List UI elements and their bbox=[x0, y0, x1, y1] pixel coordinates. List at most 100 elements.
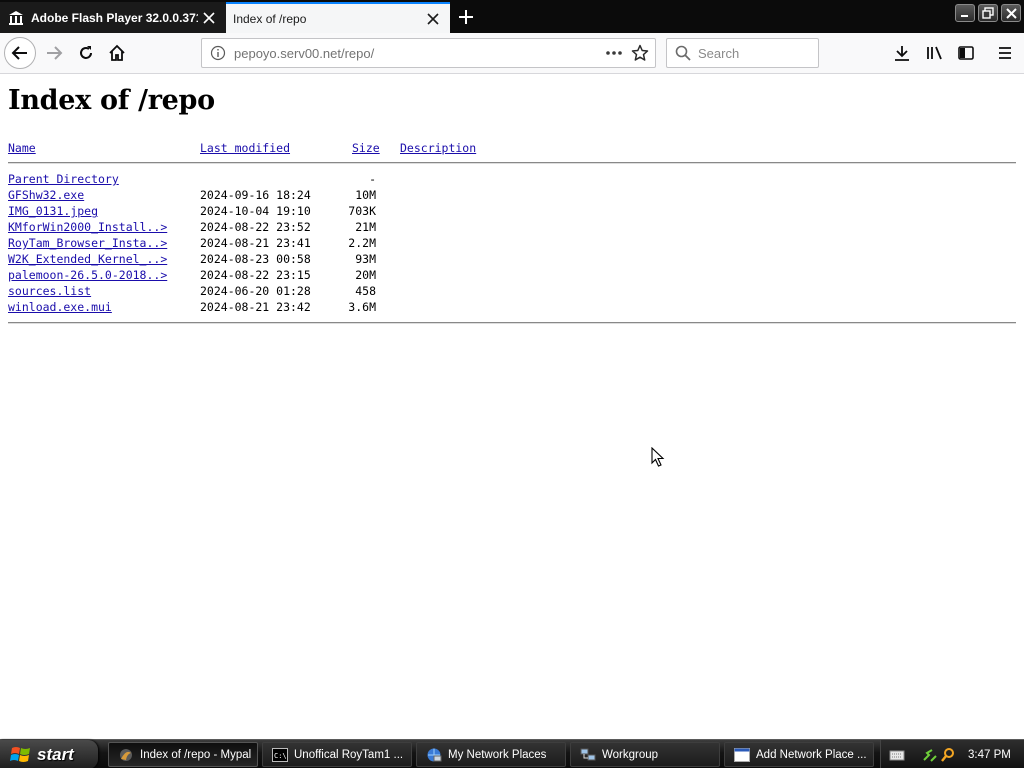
list-item: W2K_Extended_Kernel_..> 2024-08-23 00:58… bbox=[0, 252, 1024, 268]
task-label: My Network Places bbox=[448, 748, 547, 761]
start-button[interactable]: start bbox=[0, 740, 98, 768]
close-icon[interactable] bbox=[422, 8, 444, 30]
system-tray: 3:47 PM bbox=[880, 740, 1024, 768]
download-icon bbox=[895, 46, 909, 61]
minimize-button[interactable] bbox=[955, 4, 975, 22]
search-icon[interactable] bbox=[940, 747, 956, 763]
back-button[interactable] bbox=[4, 37, 36, 69]
restore-button[interactable] bbox=[978, 4, 998, 22]
search-icon bbox=[675, 45, 691, 61]
home-icon bbox=[109, 44, 125, 61]
url-text[interactable]: pepoyo.serv00.net/repo/ bbox=[234, 46, 601, 61]
divider bbox=[8, 162, 1016, 164]
file-modified: 2024-08-21 23:41 bbox=[200, 236, 311, 250]
sidebar-icon bbox=[958, 46, 974, 60]
task-label: Add Network Place ... bbox=[756, 748, 867, 761]
page-actions-icon[interactable] bbox=[601, 40, 627, 66]
file-link[interactable]: RoyTam_Browser_Insta..> bbox=[8, 236, 167, 250]
plus-icon bbox=[459, 10, 473, 24]
downloads-button[interactable] bbox=[886, 37, 918, 69]
taskbar-item-add-network-place[interactable]: Add Network Place ... bbox=[724, 742, 874, 767]
sidebar-button[interactable] bbox=[950, 37, 982, 69]
new-tab-button[interactable] bbox=[453, 5, 479, 29]
list-item: KMforWin2000_Install..> 2024-08-22 23:52… bbox=[0, 220, 1024, 236]
file-size: 93M bbox=[355, 252, 376, 266]
file-modified: 2024-10-04 19:10 bbox=[200, 204, 311, 218]
library-icon bbox=[927, 46, 942, 60]
file-modified: 2024-06-20 01:28 bbox=[200, 284, 311, 298]
file-size: 20M bbox=[355, 268, 376, 282]
search-placeholder: Search bbox=[698, 45, 740, 61]
menu-button[interactable] bbox=[989, 37, 1021, 69]
file-link[interactable]: KMforWin2000_Install..> bbox=[8, 220, 167, 234]
command-prompt-icon: C:\ bbox=[272, 747, 288, 763]
file-modified: 2024-08-22 23:52 bbox=[200, 220, 311, 234]
list-item: palemoon-26.5.0-2018..> 2024-08-22 23:15… bbox=[0, 268, 1024, 284]
clock: 3:47 PM bbox=[968, 748, 1011, 761]
divider bbox=[8, 322, 1016, 324]
svg-text:C:\: C:\ bbox=[274, 752, 287, 760]
arrow-left-icon bbox=[11, 46, 27, 60]
task-label: Unoffical RoyTam1 ... bbox=[294, 748, 404, 761]
network-status-icon[interactable] bbox=[922, 747, 938, 763]
mypal-icon bbox=[118, 747, 134, 763]
taskbar-item-mypal[interactable]: Index of /repo - Mypal bbox=[108, 742, 258, 767]
file-size: 10M bbox=[355, 188, 376, 202]
file-modified: 2024-08-22 23:15 bbox=[200, 268, 311, 282]
window-close-button[interactable] bbox=[1001, 4, 1021, 22]
tab-title: Adobe Flash Player 32.0.0.371 - I bbox=[31, 10, 198, 25]
mouse-cursor-icon bbox=[651, 447, 665, 467]
taskbar-item-roytam[interactable]: C:\ Unoffical RoyTam1 ... bbox=[262, 742, 412, 767]
file-link[interactable]: winload.exe.mui bbox=[8, 300, 112, 314]
column-header-name[interactable]: Name bbox=[8, 141, 36, 155]
file-size: 458 bbox=[355, 284, 376, 298]
column-header-description[interactable]: Description bbox=[400, 141, 476, 155]
file-link[interactable]: Parent Directory bbox=[8, 172, 119, 186]
list-item: winload.exe.mui 2024-08-21 23:42 3.6M bbox=[0, 300, 1024, 316]
tab-strip: Adobe Flash Player 32.0.0.371 - I Index … bbox=[0, 0, 1024, 33]
file-modified: 2024-08-23 00:58 bbox=[200, 252, 311, 266]
close-icon[interactable] bbox=[198, 7, 220, 29]
file-link[interactable]: IMG_0131.jpeg bbox=[8, 204, 98, 218]
file-listing: Parent Directory - GFShw32.exe 2024-09-1… bbox=[0, 172, 1024, 316]
taskbar: start Index of /repo - Mypal C:\ Unoffic… bbox=[0, 739, 1024, 768]
workgroup-icon bbox=[580, 747, 596, 763]
file-link[interactable]: palemoon-26.5.0-2018..> bbox=[8, 268, 167, 282]
url-bar[interactable]: pepoyo.serv00.net/repo/ bbox=[201, 38, 656, 68]
window-icon bbox=[734, 747, 750, 763]
forward-button[interactable] bbox=[38, 37, 70, 69]
file-size: - bbox=[369, 172, 376, 186]
close-icon bbox=[1005, 7, 1017, 19]
search-input[interactable]: Search bbox=[666, 38, 819, 68]
task-label: Index of /repo - Mypal bbox=[140, 748, 252, 761]
file-link[interactable]: GFShw32.exe bbox=[8, 188, 84, 202]
file-modified: 2024-09-16 18:24 bbox=[200, 188, 311, 202]
page-content: Index of /repo Name Last modified Size D… bbox=[0, 74, 1024, 739]
list-item: RoyTam_Browser_Insta..> 2024-08-21 23:41… bbox=[0, 236, 1024, 252]
file-link[interactable]: sources.list bbox=[8, 284, 91, 298]
file-size: 2.2M bbox=[348, 236, 376, 250]
library-button[interactable] bbox=[918, 37, 950, 69]
reload-button[interactable] bbox=[70, 37, 102, 69]
taskbar-item-my-network-places[interactable]: My Network Places bbox=[416, 742, 566, 767]
info-icon[interactable] bbox=[210, 45, 226, 61]
file-size: 3.6M bbox=[348, 300, 376, 314]
bookmark-star-icon[interactable] bbox=[627, 40, 653, 66]
home-button[interactable] bbox=[101, 37, 133, 69]
start-label: start bbox=[37, 744, 74, 764]
keyboard-icon[interactable] bbox=[889, 747, 905, 763]
file-modified: 2024-08-21 23:42 bbox=[200, 300, 311, 314]
tab-flash-player[interactable]: Adobe Flash Player 32.0.0.371 - I bbox=[0, 2, 226, 33]
file-size: 21M bbox=[355, 220, 376, 234]
windows-logo-icon bbox=[10, 746, 30, 762]
reload-icon bbox=[80, 46, 92, 59]
hamburger-menu-icon bbox=[999, 47, 1011, 59]
tab-index-of-repo[interactable]: Index of /repo bbox=[226, 2, 450, 33]
file-link[interactable]: W2K_Extended_Kernel_..> bbox=[8, 252, 167, 266]
column-header-size[interactable]: Size bbox=[352, 141, 380, 155]
taskbar-item-workgroup[interactable]: Workgroup bbox=[570, 742, 720, 767]
column-header-last-modified[interactable]: Last modified bbox=[200, 141, 290, 155]
navigation-toolbar: pepoyo.serv00.net/repo/ Search bbox=[0, 33, 1024, 74]
list-item: sources.list 2024-06-20 01:28 458 bbox=[0, 284, 1024, 300]
task-label: Workgroup bbox=[602, 748, 659, 761]
